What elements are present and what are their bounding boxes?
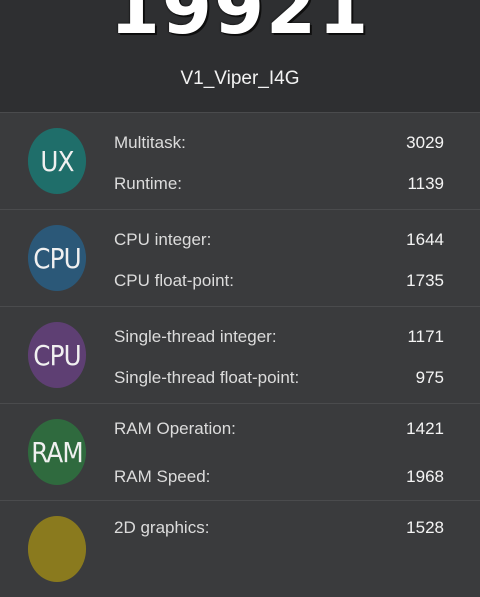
single-thread-cpu-badge-icon: CPU [27, 322, 87, 388]
device-name: V1_Viper_I4G [180, 68, 300, 89]
single-thread-float-label: Single-thread float-point: [114, 368, 300, 387]
total-score: 19921 [109, 0, 371, 50]
multitask-value: 3029 [406, 133, 444, 152]
ux-section: UX Multitask: 3029 Runtime: 1139 [0, 113, 480, 209]
ram-section: RAM RAM Operation: 1421 RAM Speed: 1968 [0, 404, 480, 500]
score-header: 19921 V1_Viper_I4G [0, 0, 480, 112]
single-thread-float-value: 975 [415, 368, 444, 387]
cpu-float-value: 1735 [406, 271, 444, 290]
ram-operation-label: RAM Operation: [114, 419, 236, 438]
2d-graphics-label: 2D graphics: [114, 518, 210, 537]
cpu-badge-icon: CPU [27, 225, 87, 291]
single-thread-section: CPU Single-thread integer: 1171 Single-t… [0, 307, 480, 403]
ram-badge-icon: RAM [27, 419, 87, 485]
cpu-integer-label: CPU integer: [114, 230, 212, 249]
ram-speed-value: 1968 [406, 467, 444, 486]
single-thread-integer-value: 1171 [407, 327, 444, 346]
single-thread-integer-label: Single-thread integer: [114, 327, 277, 346]
graphics-badge-icon [27, 516, 87, 582]
ram-operation-value: 1421 [406, 419, 444, 438]
runtime-label: Runtime: [114, 174, 183, 193]
ux-badge-icon: UX [27, 128, 87, 194]
multitask-label: Multitask: [114, 133, 186, 152]
cpu-integer-value: 1644 [406, 230, 444, 249]
runtime-value: 1139 [407, 174, 444, 193]
graphics-section: 2D graphics: 1528 [0, 501, 480, 597]
cpu-section: CPU CPU integer: 1644 CPU float-point: 1… [0, 210, 480, 306]
ram-speed-label: RAM Speed: [114, 467, 211, 486]
2d-graphics-value: 1528 [406, 518, 444, 537]
cpu-float-label: CPU float-point: [114, 271, 234, 290]
